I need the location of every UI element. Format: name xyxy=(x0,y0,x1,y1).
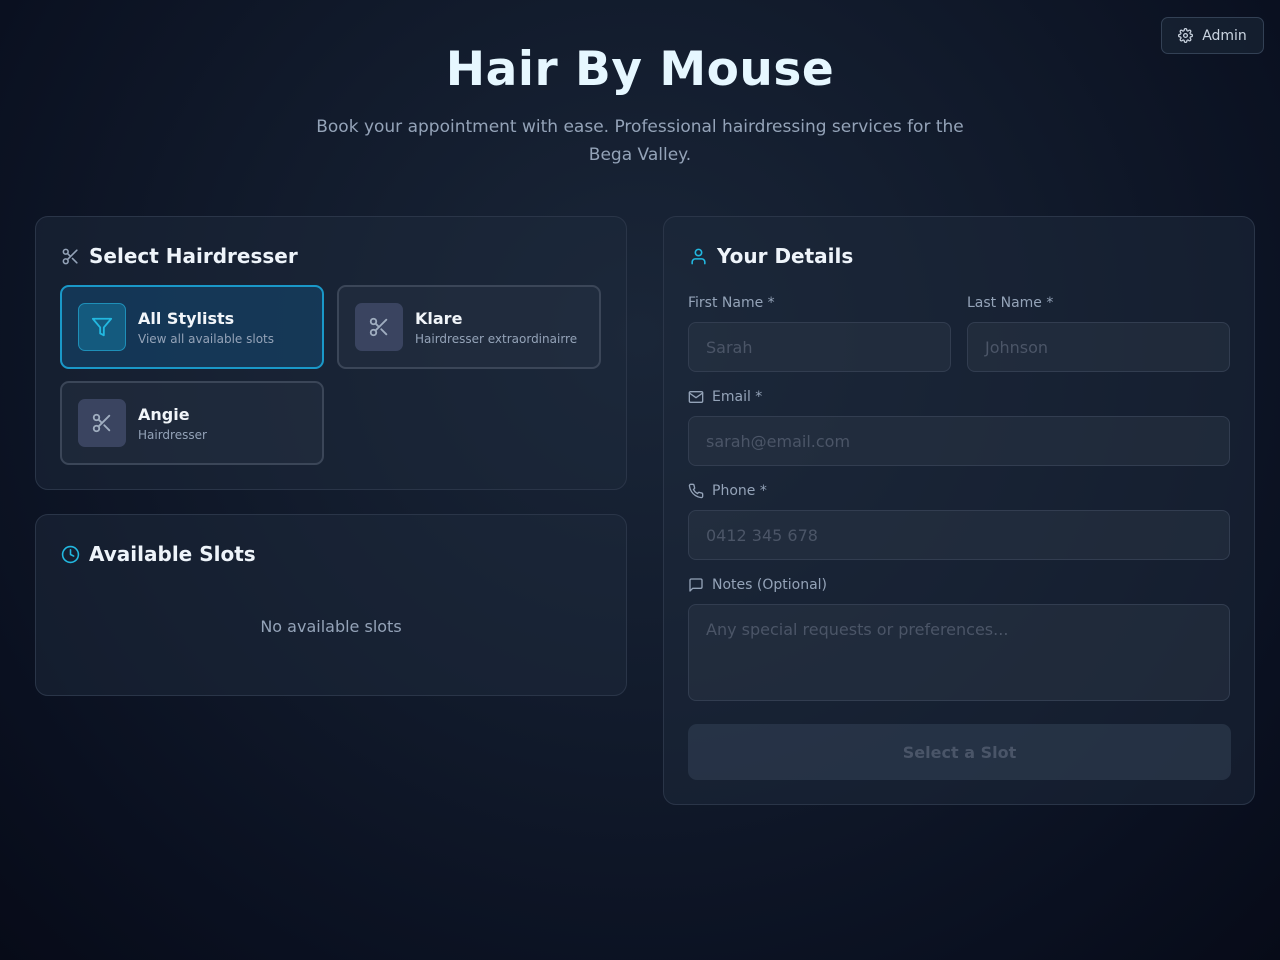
stylist-name: All Stylists xyxy=(138,308,235,328)
first-name-label: First Name * xyxy=(688,295,775,311)
details-panel-title: Your Details xyxy=(717,244,854,268)
stylist-name: Angie xyxy=(138,404,190,424)
first-name-field[interactable]: Sarah xyxy=(688,322,951,372)
last-name-field[interactable]: Johnson xyxy=(967,322,1230,372)
notes-field[interactable]: Any special requests or preferences... xyxy=(688,604,1230,701)
scissors-icon xyxy=(62,248,78,264)
stylist-icon-box xyxy=(355,303,403,351)
stylist-card-klare[interactable]: Klare Hairdresser extraordinairre xyxy=(337,285,601,369)
stylist-icon-box xyxy=(78,399,126,447)
hairdresser-panel-title: Select Hairdresser xyxy=(89,244,298,268)
details-panel-header: Your Details xyxy=(689,244,853,268)
slots-panel: Available Slots No available slots xyxy=(35,514,627,696)
stylist-card-all[interactable]: All Stylists View all available slots xyxy=(60,285,324,369)
user-icon xyxy=(691,248,706,264)
stylist-name: Klare xyxy=(415,308,463,328)
clock-icon xyxy=(61,545,80,563)
slots-panel-title: Available Slots xyxy=(89,542,256,566)
page-subtitle: Book your appointment with ease. Profess… xyxy=(316,117,964,165)
hairdresser-panel-header: Select Hairdresser xyxy=(61,244,298,268)
scissors-icon xyxy=(92,413,111,433)
email-label: Email * xyxy=(712,389,763,405)
last-name-label: Last Name * xyxy=(967,295,1054,311)
gear-icon xyxy=(1178,28,1194,43)
stylist-description: Hairdresser xyxy=(138,427,207,442)
message-square-icon xyxy=(689,578,703,592)
stylist-icon-box xyxy=(78,303,126,351)
submit-button[interactable]: Select a Slot xyxy=(688,724,1231,780)
phone-icon xyxy=(688,483,704,499)
scissors-icon xyxy=(369,317,388,337)
stylist-description: Hairdresser extraordinairre xyxy=(415,331,578,346)
mail-icon xyxy=(688,391,704,403)
phone-field[interactable]: 0412 345 678 xyxy=(688,510,1230,560)
no-slots-message: No available slots xyxy=(260,617,402,636)
filter-icon xyxy=(91,317,113,337)
page-title: Hair By Mouse xyxy=(445,42,835,97)
hairdresser-panel: Select Hairdresser All Stylists View all… xyxy=(35,216,627,490)
slots-panel-header: Available Slots xyxy=(61,542,256,566)
stylist-card-angie[interactable]: Angie Hairdresser xyxy=(60,381,324,465)
phone-label: Phone * xyxy=(712,483,767,499)
email-label-row: Email * xyxy=(688,389,762,405)
notes-label-row: Notes (Optional) xyxy=(688,577,827,593)
details-panel: Your Details First Name * Sarah Last Nam… xyxy=(663,216,1255,805)
notes-label: Notes (Optional) xyxy=(712,577,828,593)
email-field[interactable]: sarah@email.com xyxy=(688,416,1230,466)
stylist-description: View all available slots xyxy=(138,331,274,346)
phone-label-row: Phone * xyxy=(688,483,767,499)
